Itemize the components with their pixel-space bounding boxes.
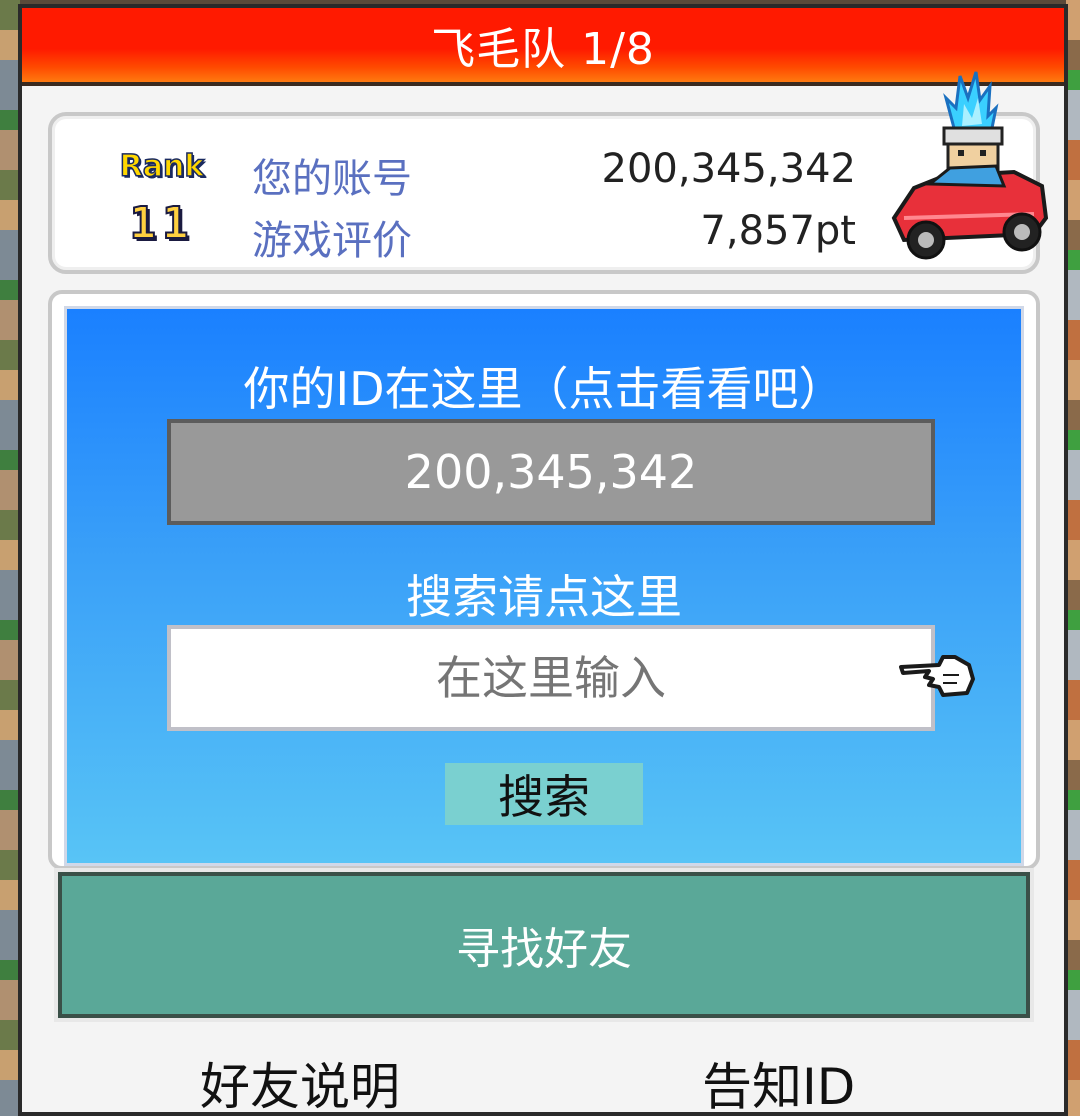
my-id-box[interactable]: 200,345,342 <box>167 419 935 525</box>
account-label: 您的账号 <box>252 156 412 202</box>
game-background-left <box>0 0 20 1116</box>
account-value: 200,345,342 <box>601 146 856 192</box>
id-search-area: 你的ID在这里（点击看看吧） 200,345,342 搜索请点这里 搜索 <box>48 290 1040 870</box>
rating-label: 游戏评价 <box>252 218 412 264</box>
dialog-title: 飞毛队 1/8 <box>431 24 655 75</box>
find-friends-button[interactable]: 寻找好友 <box>54 868 1034 1022</box>
friend-help-button[interactable]: 好友说明 <box>200 1048 400 1116</box>
rank-number: 11 <box>129 197 195 250</box>
friends-dialog: 飞毛队 1/8 Rank 11 您的账号 200,345,342 游戏评价 7,… <box>18 4 1068 1116</box>
search-button[interactable]: 搜索 <box>445 763 643 825</box>
pointing-hand-icon <box>899 655 975 697</box>
share-id-button[interactable]: 告知ID <box>702 1048 855 1116</box>
rating-value: 7,857pt <box>700 208 856 254</box>
id-prompt: 你的ID在这里（点击看看吧） <box>243 362 845 416</box>
friend-id-input[interactable] <box>167 625 935 731</box>
game-background-right <box>1066 0 1080 1116</box>
id-search-background: 你的ID在这里（点击看看吧） 200,345,342 搜索请点这里 搜索 <box>64 306 1024 866</box>
rank-badge: Rank <box>119 148 205 185</box>
search-prompt: 搜索请点这里 <box>406 570 682 624</box>
racer-car-avatar-icon <box>891 71 1049 260</box>
